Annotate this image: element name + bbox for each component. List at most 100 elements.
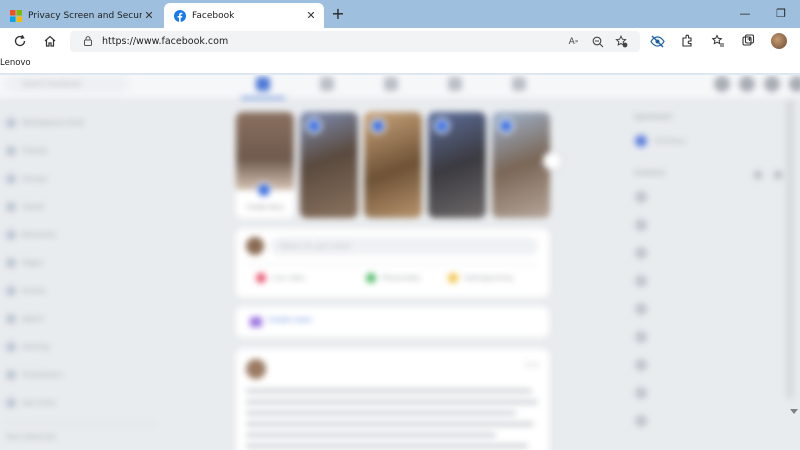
- minimize-icon[interactable]: —: [737, 6, 753, 22]
- photo-video-button[interactable]: Photo/video: [366, 273, 421, 283]
- zoom-out-icon[interactable]: [590, 34, 605, 49]
- favorites-icon[interactable]: [708, 31, 728, 51]
- left-menu-item[interactable]: Gaming: [6, 341, 49, 353]
- left-menu-item[interactable]: Events: [6, 285, 46, 297]
- feed-post: •••: [236, 349, 549, 450]
- home-nav-icon[interactable]: [256, 77, 270, 91]
- contact-item[interactable]: [635, 275, 655, 287]
- create-room-label: Create room: [268, 316, 312, 324]
- story-avatar: [306, 118, 322, 134]
- close-tab-icon[interactable]: ✕: [142, 9, 156, 23]
- composer-avatar: [246, 237, 264, 255]
- left-menu-item[interactable]: Friends: [6, 145, 47, 157]
- account-icon[interactable]: [789, 76, 800, 92]
- contact-item[interactable]: [635, 191, 655, 203]
- more-options-icon[interactable]: •••: [524, 361, 540, 371]
- create-room-card[interactable]: Create room: [236, 307, 549, 337]
- story-avatar: [434, 118, 450, 134]
- restore-window-icon[interactable]: ❐: [773, 6, 789, 22]
- read-aloud-icon[interactable]: A»: [566, 34, 581, 49]
- browser-tab-strip: Privacy Screen and Security Blur ✕ Faceb…: [0, 0, 800, 28]
- facebook-search-input[interactable]: Search Facebook: [4, 75, 129, 93]
- home-icon[interactable]: [40, 31, 60, 51]
- create-story-card[interactable]: Create story: [236, 112, 294, 218]
- favorites-bar: Lenovo: [0, 54, 800, 74]
- contact-item[interactable]: [635, 219, 655, 231]
- gaming-nav-icon[interactable]: [512, 77, 526, 91]
- contact-item[interactable]: [635, 387, 655, 399]
- story-card[interactable]: [364, 112, 422, 218]
- story-card[interactable]: [300, 112, 358, 218]
- post-text-line: [246, 433, 496, 437]
- story-next-button[interactable]: [543, 152, 561, 170]
- refresh-icon[interactable]: [10, 31, 30, 51]
- facebook-header: Search Facebook: [0, 75, 800, 99]
- post-text-line: [246, 389, 532, 393]
- left-menu-item[interactable]: Marketplace Feed: [6, 117, 84, 129]
- left-shortcuts-header: Your shortcuts: [6, 433, 56, 441]
- marketplace-nav-icon[interactable]: [384, 77, 398, 91]
- contact-item[interactable]: [635, 415, 655, 427]
- stories-row: Create story: [236, 112, 561, 218]
- video-room-icon: [250, 317, 262, 327]
- url-text[interactable]: https://www.facebook.com: [102, 31, 228, 52]
- live-video-button[interactable]: Live video: [256, 273, 305, 283]
- left-menu-item[interactable]: See more: [6, 397, 55, 409]
- left-menu-item[interactable]: Memories: [6, 229, 56, 241]
- active-nav-indicator: [241, 97, 285, 99]
- scroll-down-arrow-icon[interactable]: [790, 409, 798, 414]
- contact-item[interactable]: [635, 303, 655, 315]
- sponsored-header: Sponsored: [634, 113, 672, 121]
- post-text-line: [246, 444, 528, 448]
- story-card[interactable]: [428, 112, 486, 218]
- add-favorite-icon[interactable]: [614, 34, 629, 49]
- story-photo: [236, 112, 294, 190]
- contact-item[interactable]: [635, 247, 655, 259]
- left-divider: [6, 423, 156, 424]
- blur-layer: Search Facebook Marketplace Feed Friends…: [0, 75, 800, 450]
- favorite-lenovo[interactable]: Lenovo: [0, 54, 31, 72]
- eye-slash-icon[interactable]: [647, 31, 667, 51]
- birthday-notice[interactable]: Birthdays: [635, 135, 686, 147]
- microsoft-logo-icon: [10, 9, 22, 22]
- tab-facebook[interactable]: Facebook ✕: [164, 3, 324, 28]
- story-avatar: [370, 118, 386, 134]
- lock-icon[interactable]: [82, 35, 94, 47]
- tab-title: Privacy Screen and Security Blur: [28, 10, 142, 21]
- extensions-icon[interactable]: [677, 31, 697, 51]
- left-menu-item[interactable]: Watch: [6, 313, 44, 325]
- browser-toolbar: https://www.facebook.com A»: [0, 28, 800, 54]
- messenger-icon[interactable]: [739, 76, 755, 92]
- notifications-icon[interactable]: [764, 76, 780, 92]
- composer-divider: [246, 264, 538, 265]
- left-menu-item[interactable]: Pages: [6, 257, 43, 269]
- new-tab-button[interactable]: +: [329, 5, 347, 23]
- page-scrollbar[interactable]: [786, 99, 794, 399]
- close-tab-icon[interactable]: ✕: [304, 9, 318, 23]
- story-card[interactable]: [492, 112, 550, 218]
- post-composer: What's on your mind? Live video Photo/vi…: [236, 229, 549, 297]
- feeling-activity-button[interactable]: Feeling/activity: [448, 273, 513, 283]
- composer-input[interactable]: What's on your mind?: [270, 237, 538, 255]
- watch-nav-icon[interactable]: [320, 77, 334, 91]
- collections-icon[interactable]: [738, 31, 758, 51]
- left-menu-item[interactable]: Fundraisers: [6, 369, 63, 381]
- post-text-line: [246, 411, 516, 415]
- contact-item[interactable]: [635, 359, 655, 371]
- search-contacts-icon[interactable]: [754, 171, 762, 179]
- address-bar[interactable]: https://www.facebook.com A»: [70, 31, 640, 52]
- post-author-avatar[interactable]: [246, 359, 266, 379]
- profile-avatar[interactable]: [771, 33, 787, 49]
- story-avatar: [498, 118, 514, 134]
- groups-nav-icon[interactable]: [448, 77, 462, 91]
- create-story-label: Create story: [246, 204, 284, 211]
- add-story-icon[interactable]: [256, 182, 272, 198]
- left-menu-item[interactable]: Saved: [6, 201, 44, 213]
- tab-title: Facebook: [192, 10, 235, 21]
- tab-privacy-screen[interactable]: Privacy Screen and Security Blur ✕: [0, 3, 162, 28]
- contact-item[interactable]: [635, 331, 655, 343]
- contacts-options-icon[interactable]: [774, 171, 782, 179]
- menu-icon[interactable]: [714, 76, 730, 92]
- left-menu-item[interactable]: Groups: [6, 173, 47, 185]
- post-text-line: [246, 422, 534, 426]
